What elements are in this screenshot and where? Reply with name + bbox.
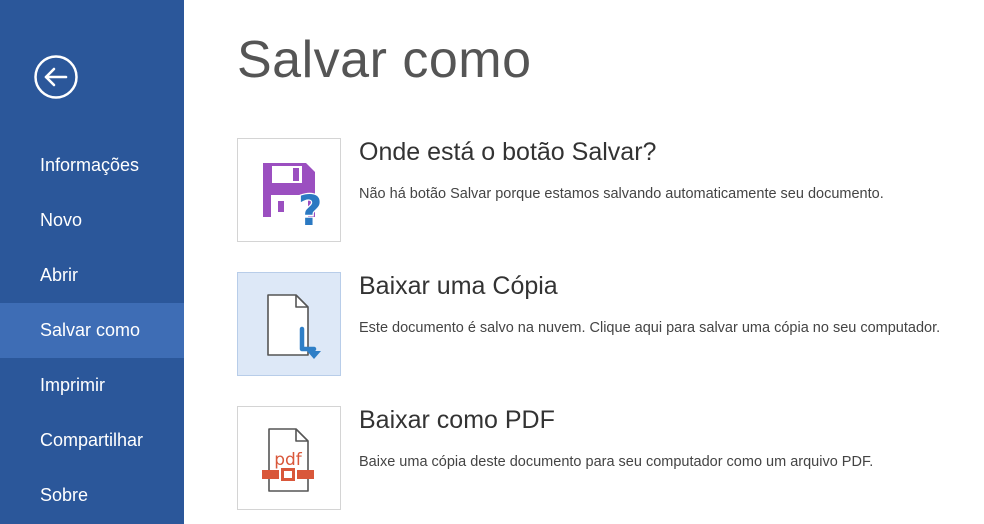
option-tile: pdf [237, 406, 341, 510]
sidebar-item-salvar-como[interactable]: Salvar como [0, 303, 184, 358]
sidebar-item-informacoes[interactable]: Informações [0, 138, 184, 193]
sidebar-item-sobre[interactable]: Sobre [0, 468, 184, 523]
sidebar-item-novo[interactable]: Novo [0, 193, 184, 248]
option-tile [237, 272, 341, 376]
option-title: Onde está o botão Salvar? [359, 138, 657, 166]
sidebar: Informações Novo Abrir Salvar como Impri… [0, 0, 184, 524]
sidebar-item-abrir[interactable]: Abrir [0, 248, 184, 303]
sidebar-nav: Informações Novo Abrir Salvar como Impri… [0, 138, 184, 523]
option-download-pdf[interactable]: pdf Baixar como PDF Baixe uma cópia dest… [237, 406, 977, 512]
option-download-copy[interactable]: Baixar uma Cópia Este documento é salvo … [237, 272, 977, 378]
main-content: Salvar como ? Onde está o botão Salvar? … [237, 0, 984, 524]
option-description: Não há botão Salvar porque estamos salva… [359, 186, 884, 202]
save-question-icon: ? [263, 163, 324, 236]
page-title: Salvar como [237, 31, 532, 89]
download-copy-icon [267, 294, 321, 359]
option-description: Este documento é salvo na nuvem. Clique … [359, 320, 941, 336]
option-tile: ? [237, 138, 341, 242]
option-where-is-save[interactable]: ? Onde está o botão Salvar? Não há botão… [237, 138, 977, 244]
back-button[interactable] [33, 54, 79, 100]
sidebar-item-compartilhar[interactable]: Compartilhar [0, 413, 184, 468]
sidebar-item-imprimir[interactable]: Imprimir [0, 358, 184, 413]
option-description: Baixe uma cópia deste documento para seu… [359, 454, 874, 470]
option-title: Baixar uma Cópia [359, 272, 558, 300]
back-arrow-circle-icon [34, 55, 78, 99]
pdf-file-icon: pdf [262, 428, 314, 492]
option-title: Baixar como PDF [359, 406, 555, 434]
svg-text:?: ? [298, 186, 322, 235]
